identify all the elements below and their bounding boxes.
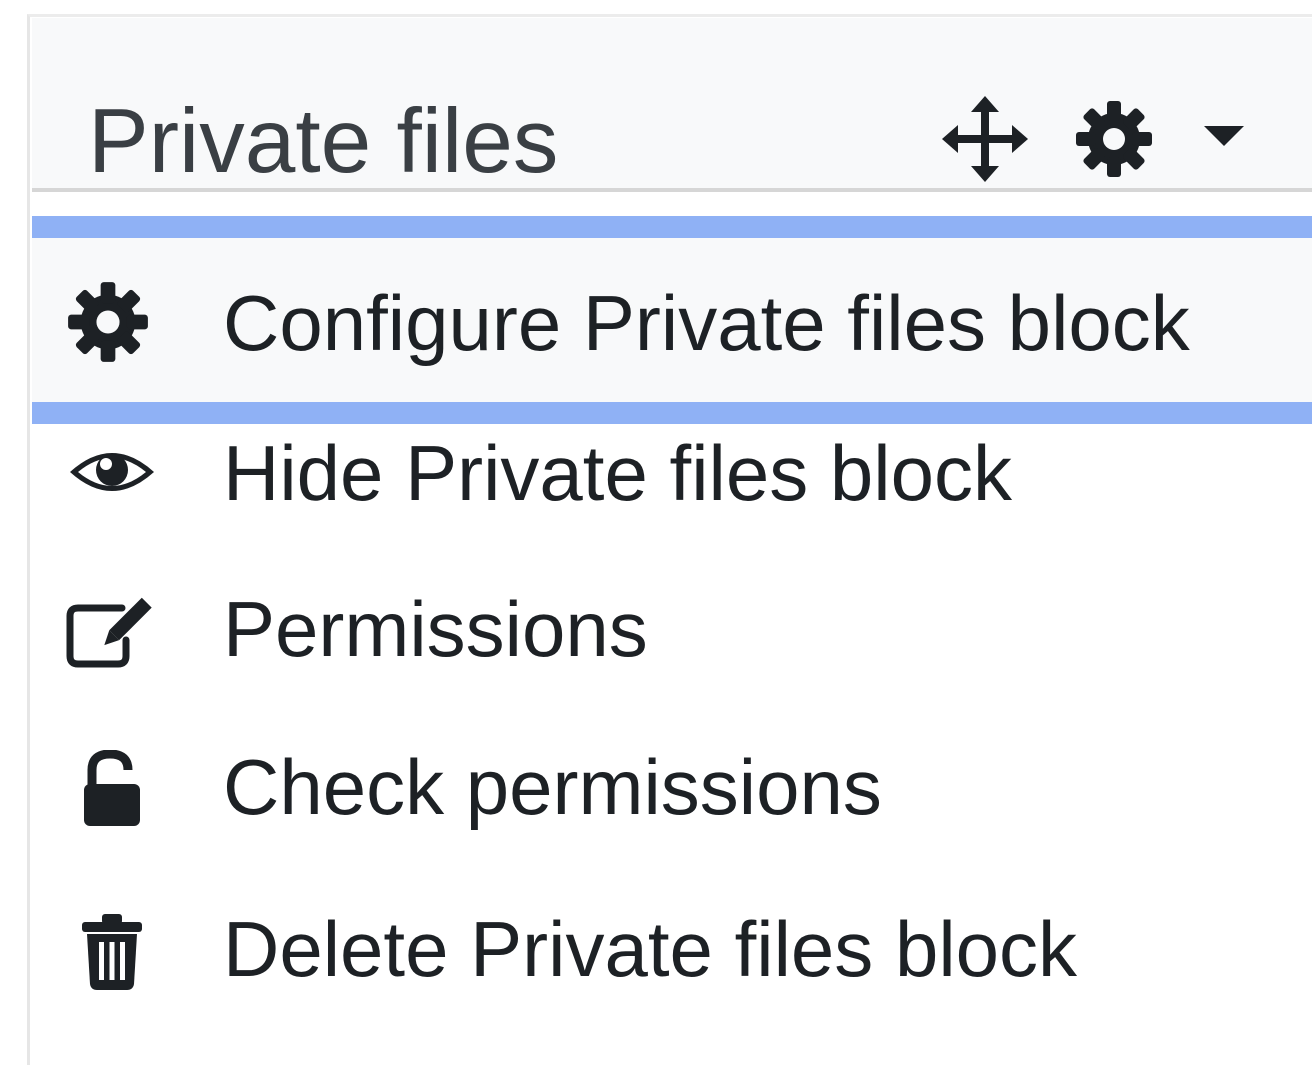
menu-item-hide[interactable]: Hide Private files block <box>32 424 1312 574</box>
trash-icon <box>82 914 142 990</box>
menu-item-label: Configure Private files block <box>223 279 1190 367</box>
menu-item-check-permissions[interactable]: Check permissions <box>32 740 1312 890</box>
menu-item-label: Hide Private files block <box>223 429 1012 517</box>
menu-item-delete[interactable]: Delete Private files block <box>32 900 1312 1050</box>
focus-ring-top <box>32 216 1312 238</box>
menu-item-label: Permissions <box>223 585 648 673</box>
focus-ring-bottom <box>32 402 1312 424</box>
block-title: Private files <box>88 91 559 192</box>
block-actions-menu: Configure Private files block Hide Priva… <box>32 192 1312 1065</box>
caret-down-icon[interactable] <box>1200 122 1248 150</box>
menu-item-permissions[interactable]: Permissions <box>32 582 1312 732</box>
unlock-icon <box>84 750 140 826</box>
menu-item-label: Check permissions <box>223 743 882 831</box>
menu-item-label: Delete Private files block <box>223 905 1078 993</box>
menu-item-configure[interactable]: Configure Private files block <box>32 216 1312 403</box>
gear-icon[interactable] <box>1074 99 1154 179</box>
page: Private files Configure Private files bl… <box>0 0 1312 1065</box>
edit-icon <box>66 597 152 668</box>
move-icon[interactable] <box>940 94 1030 184</box>
gear-icon <box>68 282 148 362</box>
eye-icon <box>70 453 154 491</box>
